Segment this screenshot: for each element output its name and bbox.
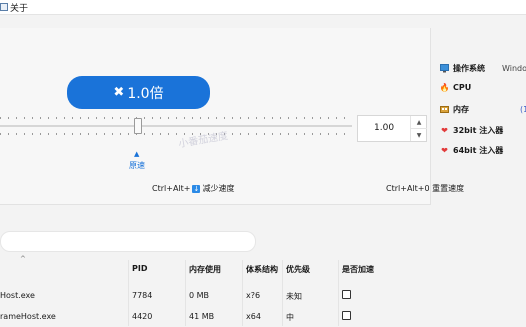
speed-display-label: 1.0倍 — [127, 85, 164, 102]
speed-display-button[interactable]: ✖ 1.0倍 — [67, 76, 210, 109]
hotkey-decrease-keys: Ctrl+Alt+ — [152, 184, 191, 193]
header-pid[interactable]: PID — [132, 264, 147, 273]
menu-about-label: 关于 — [10, 3, 29, 14]
hotkey-reset: Ctrl+Alt+0 重置速度 — [386, 184, 465, 193]
process-pid: 4420 — [132, 312, 153, 321]
spin-up-icon[interactable]: ▲ — [410, 116, 427, 129]
table-row[interactable]: rameHost.exe 4420 41 MB x64 中 — [0, 307, 526, 327]
process-name: rameHost.exe — [0, 312, 56, 321]
spin-down-icon[interactable]: ▼ — [410, 129, 427, 141]
heart-icon: ❤ — [441, 126, 448, 135]
speed-spinbox[interactable]: 1.00 ▲ ▼ — [357, 115, 427, 142]
info-injector-32[interactable]: ❤ 32bit 注入器 — [440, 125, 503, 136]
header-memory[interactable]: 内存使用 — [189, 264, 221, 275]
menu-bar: 关于 — [0, 0, 526, 15]
close-icon: ✖ — [113, 85, 125, 100]
memory-label: 内存 — [453, 105, 469, 114]
hotkey-decrease: Ctrl+Alt+ ↓ 减少速度 — [152, 183, 234, 194]
memory-value: (1 — [520, 105, 526, 114]
fire-icon: 🔥 — [439, 83, 450, 92]
injector-64-label: 64bit 注入器 — [453, 146, 504, 155]
process-priority: 未知 — [286, 292, 302, 301]
memory-icon — [440, 105, 449, 114]
os-label: 操作系统 — [453, 64, 485, 73]
process-arch: x64 — [246, 312, 261, 321]
header-accelerate[interactable]: 是否加速 — [342, 264, 374, 275]
header-arch[interactable]: 体系结构 — [246, 264, 278, 275]
accelerate-checkbox[interactable] — [342, 311, 351, 320]
info-os: 操作系统 — [440, 63, 485, 74]
heart-icon: ❤ — [441, 146, 448, 155]
os-value: Windo — [502, 64, 526, 73]
accelerate-checkbox[interactable] — [342, 290, 351, 299]
sort-up-icon[interactable]: ^ — [20, 255, 26, 263]
speed-spin-value[interactable]: 1.00 — [374, 123, 394, 133]
process-memory: 0 MB — [189, 291, 210, 300]
monitor-icon — [440, 64, 449, 73]
origin-marker-icon: ▲ — [134, 150, 140, 158]
cpu-label: CPU — [453, 83, 472, 92]
injector-32-label: 32bit 注入器 — [453, 126, 504, 135]
menu-about[interactable]: 关于 — [0, 0, 28, 14]
process-arch: x?6 — [246, 291, 261, 300]
process-pid: 7784 — [132, 291, 153, 300]
process-memory: 41 MB — [189, 312, 215, 321]
info-memory: 内存 — [440, 104, 469, 115]
hotkey-decrease-label: 减少速度 — [202, 184, 235, 193]
header-priority[interactable]: 优先级 — [286, 264, 310, 275]
speed-slider-thumb[interactable] — [134, 118, 142, 134]
about-icon — [0, 3, 8, 11]
slider-ticks-bottom — [0, 133, 352, 153]
down-arrow-icon: ↓ — [192, 184, 201, 193]
info-cpu: 🔥 CPU — [439, 83, 472, 92]
table-row[interactable]: Host.exe 7784 0 MB x?6 未知 — [0, 286, 526, 306]
speed-slider[interactable] — [0, 125, 352, 127]
search-input[interactable] — [0, 231, 256, 252]
info-injector-64[interactable]: ❤ 64bit 注入器 — [440, 145, 503, 156]
process-name: Host.exe — [0, 291, 35, 300]
process-priority: 中 — [286, 313, 294, 322]
origin-label[interactable]: 原速 — [129, 160, 145, 171]
